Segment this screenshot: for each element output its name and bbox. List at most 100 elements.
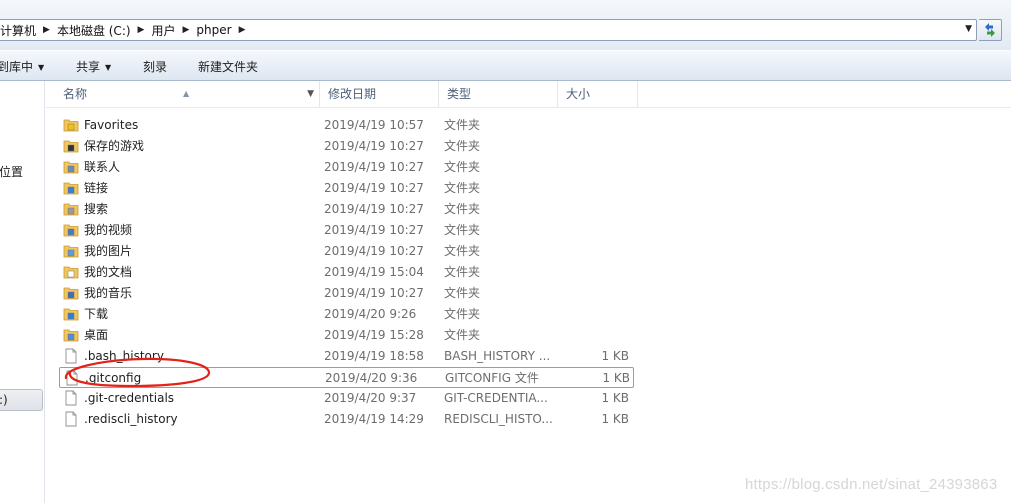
- file-icon: [63, 348, 79, 364]
- file-name: 保存的游戏: [84, 139, 145, 153]
- file-row[interactable]: 联系人 2019/4/19 10:27 文件夹: [59, 157, 634, 178]
- file-icon: [63, 411, 79, 427]
- file-modified: 2019/4/19 10:57: [324, 118, 424, 132]
- file-modified: 2019/4/20 9:37: [324, 391, 417, 405]
- breadcrumb-local-disk[interactable]: 本地磁盘 (C:): [57, 22, 131, 39]
- file-name: .gitconfig: [85, 371, 142, 385]
- breadcrumb-chevron-icon[interactable]: ▶: [232, 25, 253, 35]
- file-modified: 2019/4/19 10:27: [324, 160, 424, 174]
- file-name: 我的视频: [84, 223, 133, 237]
- file-modified: 2019/4/19 10:27: [324, 139, 424, 153]
- refresh-button[interactable]: [979, 19, 1002, 41]
- file-name: 联系人: [84, 160, 121, 174]
- desktop-folder-icon: [63, 327, 79, 343]
- file-name: .bash_history: [84, 349, 164, 363]
- navigation-pane[interactable]: 位置 :): [0, 81, 45, 503]
- music-folder-icon: [63, 285, 79, 301]
- file-type: 文件夹: [444, 307, 481, 321]
- column-header-name[interactable]: 名称 ▲ ▼: [46, 81, 320, 107]
- file-size: 1 KB: [602, 371, 630, 385]
- file-row[interactable]: 链接 2019/4/19 10:27 文件夹: [59, 178, 634, 199]
- chevron-down-icon: ▼: [105, 63, 112, 72]
- file-name: 我的图片: [84, 244, 133, 258]
- breadcrumb-chevron-icon[interactable]: ▶: [175, 25, 196, 35]
- new-folder-label: 新建文件夹: [198, 60, 259, 74]
- file-row[interactable]: Favorites 2019/4/19 10:57 文件夹: [59, 115, 634, 136]
- contacts-folder-icon: [63, 159, 79, 175]
- file-name: 下载: [84, 307, 109, 321]
- file-modified: 2019/4/19 10:27: [324, 202, 424, 216]
- include-in-library-button[interactable]: 到库中 ▼: [0, 58, 44, 75]
- file-modified: 2019/4/19 10:27: [324, 286, 424, 300]
- file-type: 文件夹: [444, 244, 481, 258]
- nav-item-label: :): [0, 393, 8, 407]
- saved-games-folder-icon: [63, 138, 79, 154]
- file-row[interactable]: 我的文档 2019/4/19 15:04 文件夹: [59, 262, 634, 283]
- file-row[interactable]: 下载 2019/4/20 9:26 文件夹: [59, 304, 634, 325]
- file-row[interactable]: 搜索 2019/4/19 10:27 文件夹: [59, 199, 634, 220]
- file-row[interactable]: .bash_history 2019/4/19 18:58 BASH_HISTORY…: [59, 346, 634, 367]
- address-bar-area: 计算机 ▶ 本地磁盘 (C:) ▶ 用户 ▶ phper ▶ ▼: [0, 0, 1011, 50]
- file-name: 桌面: [84, 328, 109, 342]
- address-bar[interactable]: 计算机 ▶ 本地磁盘 (C:) ▶ 用户 ▶ phper ▶ ▼: [0, 19, 977, 41]
- column-type-label: 类型: [447, 87, 472, 101]
- column-header-size[interactable]: 大小: [558, 81, 638, 107]
- searches-folder-icon: [63, 201, 79, 217]
- file-name: Favorites: [84, 118, 139, 132]
- file-row[interactable]: .git-credentials 2019/4/20 9:37 GIT-CREDEN…: [59, 388, 634, 409]
- file-type: 文件夹: [444, 223, 481, 237]
- refresh-icon: [985, 23, 995, 37]
- file-icon: [64, 370, 80, 386]
- documents-folder-icon: [63, 264, 79, 280]
- share-button[interactable]: 共享 ▼: [76, 58, 111, 75]
- column-name-label: 名称: [63, 87, 88, 101]
- file-name: 搜索: [84, 202, 109, 216]
- watermark: https://blog.csdn.net/sinat_24393863: [745, 476, 998, 493]
- downloads-folder-icon: [63, 306, 79, 322]
- nav-item-recent-places[interactable]: 位置: [0, 163, 23, 180]
- column-filter-dropdown-icon[interactable]: ▼: [307, 81, 314, 108]
- column-size-label: 大小: [566, 87, 591, 101]
- file-modified: 2019/4/19 14:29: [324, 412, 424, 426]
- new-folder-button[interactable]: 新建文件夹: [198, 58, 258, 75]
- file-type: 文件夹: [444, 265, 481, 279]
- file-row[interactable]: 我的视频 2019/4/19 10:27 文件夹: [59, 220, 634, 241]
- sort-ascending-icon: ▲: [183, 89, 190, 98]
- column-header-type[interactable]: 类型: [439, 81, 558, 107]
- file-modified: 2019/4/20 9:36: [325, 371, 418, 385]
- file-row[interactable]: 桌面 2019/4/19 15:28 文件夹: [59, 325, 634, 346]
- column-header-modified[interactable]: 修改日期: [320, 81, 439, 107]
- file-size: 1 KB: [601, 412, 629, 426]
- videos-folder-icon: [63, 222, 79, 238]
- file-type: 文件夹: [444, 160, 481, 174]
- column-modified-label: 修改日期: [328, 87, 377, 101]
- file-modified: 2019/4/19 10:27: [324, 181, 424, 195]
- file-row[interactable]: 我的音乐 2019/4/19 10:27 文件夹: [59, 283, 634, 304]
- file-row[interactable]: .gitconfig 2019/4/20 9:36 GITCONFIG 文件 1 KB: [59, 367, 634, 388]
- file-row[interactable]: 我的图片 2019/4/19 10:27 文件夹: [59, 241, 634, 262]
- breadcrumb-computer[interactable]: 计算机: [0, 22, 36, 39]
- file-type: 文件夹: [444, 286, 481, 300]
- breadcrumb-users[interactable]: 用户: [151, 22, 175, 39]
- breadcrumb-phper[interactable]: phper: [196, 23, 231, 37]
- file-type: 文件夹: [444, 202, 481, 216]
- file-row[interactable]: .rediscli_history 2019/4/19 14:29 REDISCLI…: [59, 409, 634, 430]
- file-modified: 2019/4/19 15:04: [324, 265, 424, 279]
- file-modified: 2019/4/19 10:27: [324, 223, 424, 237]
- file-type: 文件夹: [444, 328, 481, 342]
- command-bar: 到库中 ▼ 共享 ▼ 刻录 新建文件夹: [0, 50, 1011, 81]
- burn-label: 刻录: [143, 60, 168, 74]
- file-row[interactable]: 保存的游戏 2019/4/19 10:27 文件夹: [59, 136, 634, 157]
- nav-item-local-disk-selected[interactable]: :): [0, 389, 43, 411]
- file-icon: [63, 390, 79, 406]
- pictures-folder-icon: [63, 243, 79, 259]
- breadcrumb-chevron-icon[interactable]: ▶: [36, 25, 57, 35]
- file-name: .git-credentials: [84, 391, 175, 405]
- burn-button[interactable]: 刻录: [143, 58, 167, 75]
- breadcrumb-chevron-icon[interactable]: ▶: [131, 25, 152, 35]
- address-history-dropdown-icon[interactable]: ▼: [965, 24, 972, 34]
- file-modified: 2019/4/19 18:58: [324, 349, 424, 363]
- file-type: 文件夹: [444, 181, 481, 195]
- file-size: 1 KB: [601, 391, 629, 405]
- file-name: 我的文档: [84, 265, 133, 279]
